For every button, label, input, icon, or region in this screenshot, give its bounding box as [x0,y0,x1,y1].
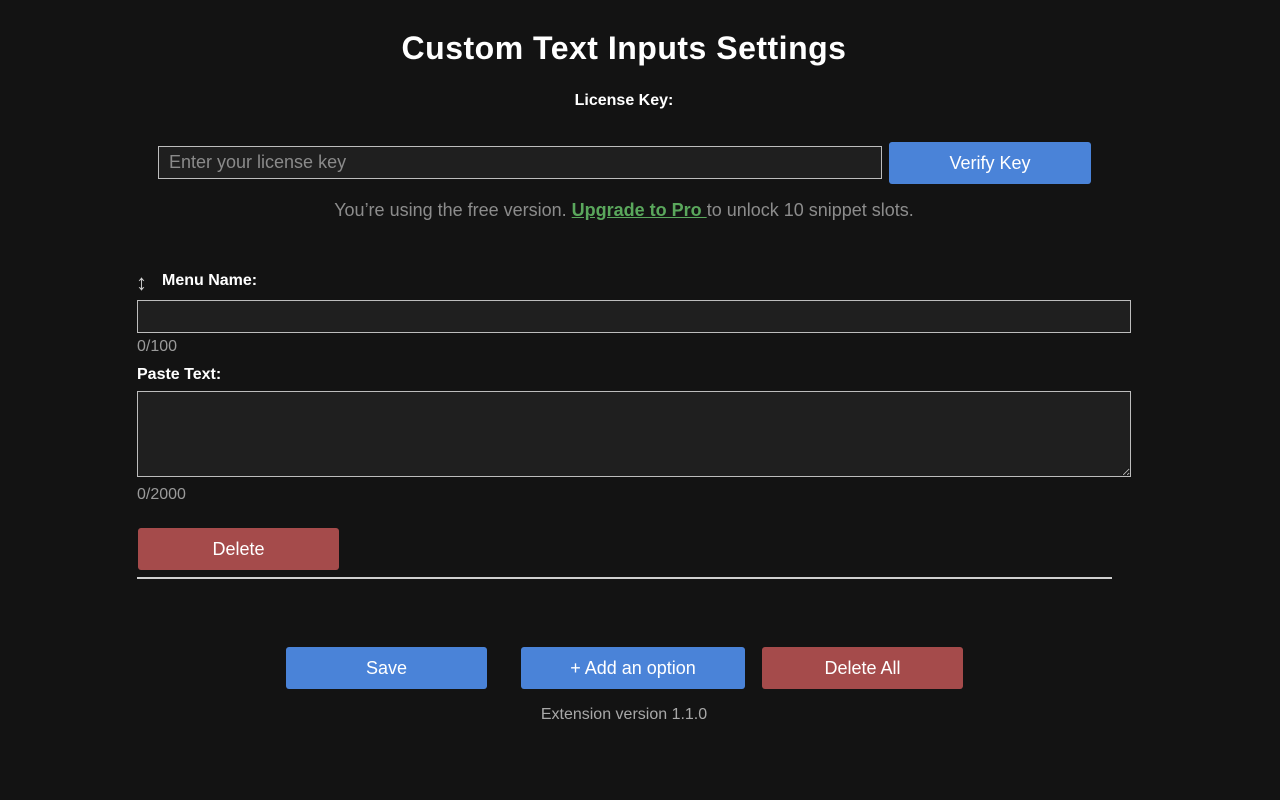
free-version-notice: You’re using the free version. Upgrade t… [0,200,1248,221]
extension-version: Extension version 1.1.0 [540,706,708,723]
up-down-arrow-icon[interactable]: ↕ [136,272,152,296]
save-button[interactable]: Save [286,647,487,689]
free-notice-before: You’re using the free version. [334,200,572,220]
menu-name-input[interactable] [137,300,1131,333]
license-key-label: License Key: [574,92,674,109]
delete-option-button[interactable]: Delete [138,528,339,570]
free-notice-after: to unlock 10 snippet slots. [706,200,914,220]
delete-all-button[interactable]: Delete All [762,647,963,689]
verify-key-button[interactable]: Verify Key [889,142,1091,184]
paste-text-label: Paste Text: [137,366,222,383]
option-divider [137,577,1112,579]
menu-name-label: Menu Name: [162,272,258,289]
paste-text-counter: 0/2000 [137,486,186,503]
page-title: Custom Text Inputs Settings [401,30,847,66]
menu-name-counter: 0/100 [137,338,178,355]
add-option-button[interactable]: + Add an option [521,647,745,689]
upgrade-to-pro-link[interactable]: Upgrade to Pro [572,200,707,220]
license-key-input[interactable] [158,146,882,179]
settings-page: Custom Text Inputs Settings License Key:… [0,0,1280,800]
paste-text-textarea[interactable] [137,391,1131,477]
